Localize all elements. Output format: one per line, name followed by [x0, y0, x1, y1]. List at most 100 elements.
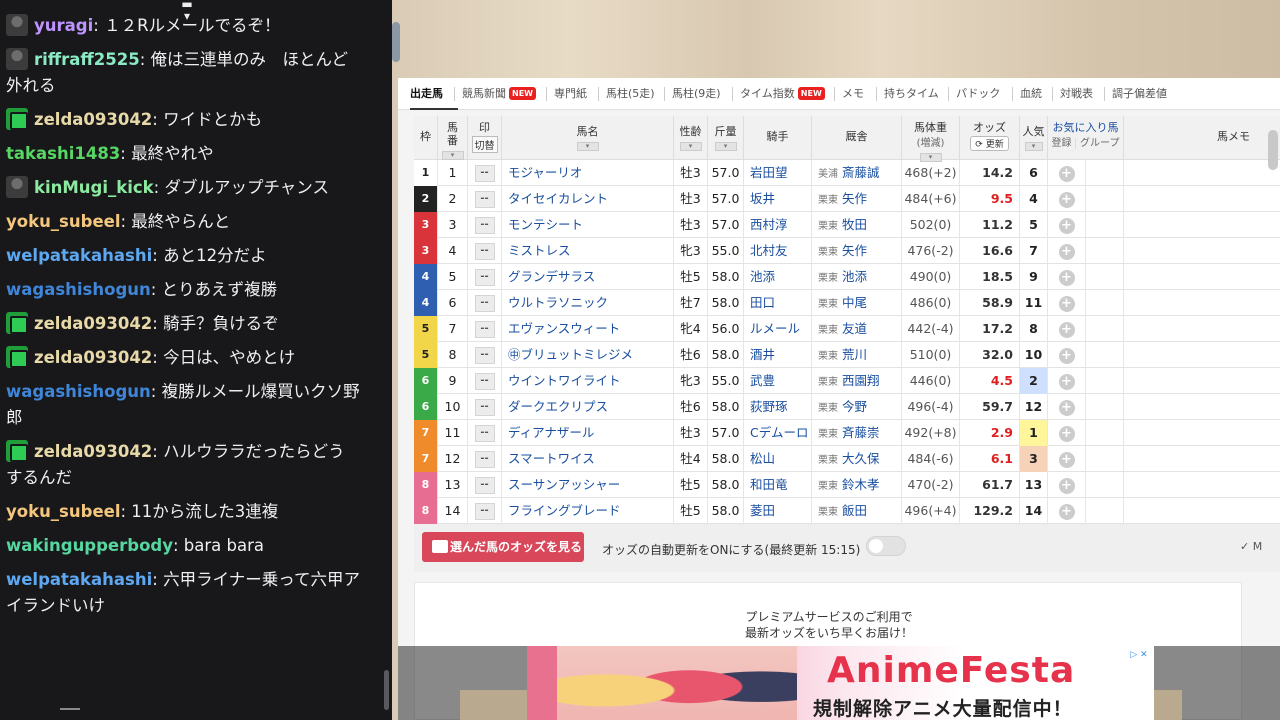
tab-6[interactable]: メモ: [842, 86, 864, 102]
mark-select[interactable]: --: [474, 503, 495, 520]
trainer-cell[interactable]: 栗東 鈴木孝: [812, 472, 902, 498]
sort-icon[interactable]: ▾: [576, 142, 599, 151]
horse-name-link[interactable]: タイセイカレント: [502, 186, 674, 212]
chat-scrollbar[interactable]: [384, 670, 389, 710]
page-scrollbar[interactable]: [1268, 130, 1278, 170]
tab-4[interactable]: 馬柱(9走): [672, 86, 721, 102]
header-name[interactable]: 馬名 ▾: [502, 116, 674, 160]
chat-username[interactable]: wagashishogun: [6, 280, 151, 299]
header-weight[interactable]: 馬体重 (増減) ▾: [902, 116, 960, 162]
tab-11[interactable]: 調子偏差値: [1112, 86, 1167, 102]
add-favorite-icon[interactable]: +: [1058, 451, 1075, 468]
trainer-cell[interactable]: 栗東 荒川: [812, 342, 902, 368]
chat-username[interactable]: welpatakahashi: [6, 246, 152, 265]
jockey-link[interactable]: 岩田望: [744, 160, 812, 186]
horse-name-link[interactable]: スーサンアッシャー: [502, 472, 674, 498]
chat-username[interactable]: zelda093042: [34, 442, 152, 461]
check-icon[interactable]: ✓ M: [1240, 540, 1262, 553]
trainer-cell[interactable]: 美浦 斎藤誠: [812, 160, 902, 186]
trainer-cell[interactable]: 栗東 中尾: [812, 290, 902, 316]
trainer-cell[interactable]: 栗東 友道: [812, 316, 902, 342]
mark-select[interactable]: --: [474, 243, 495, 260]
chat-username[interactable]: yuragi: [34, 16, 93, 35]
chat-username[interactable]: zelda093042: [34, 348, 152, 367]
jockey-link[interactable]: 西村淳: [744, 212, 812, 238]
trainer-cell[interactable]: 栗東 今野: [812, 394, 902, 420]
horse-name-link[interactable]: モジャーリオ: [502, 160, 674, 186]
chat-username[interactable]: yoku_subeel: [6, 502, 120, 521]
add-favorite-icon[interactable]: +: [1058, 399, 1075, 416]
chat-username[interactable]: wagashishogun: [6, 382, 151, 401]
mark-select[interactable]: --: [474, 191, 495, 208]
horse-name-link[interactable]: ㊥ブリュットミレジメ: [502, 342, 674, 368]
mark-select[interactable]: --: [474, 425, 495, 442]
tab-1[interactable]: 競馬新聞 NEW: [462, 86, 536, 102]
chat-username[interactable]: riffraff2525: [34, 50, 140, 69]
header-sexage[interactable]: 性齢 ▾: [674, 116, 708, 160]
jockey-link[interactable]: 北村友: [744, 238, 812, 264]
add-favorite-icon[interactable]: +: [1058, 269, 1075, 286]
chat-username[interactable]: zelda093042: [34, 314, 152, 333]
horse-name-link[interactable]: ディアナザール: [502, 420, 674, 446]
jockey-link[interactable]: 武豊: [744, 368, 812, 394]
horse-name-link[interactable]: モンテシート: [502, 212, 674, 238]
mark-select[interactable]: --: [474, 451, 495, 468]
tab-2[interactable]: 専門紙: [554, 86, 587, 102]
add-favorite-icon[interactable]: +: [1058, 295, 1075, 312]
mark-select[interactable]: --: [474, 373, 495, 390]
add-favorite-icon[interactable]: +: [1058, 165, 1075, 182]
mark-select[interactable]: --: [474, 217, 495, 234]
mark-select[interactable]: --: [474, 347, 495, 364]
mark-select[interactable]: --: [474, 399, 495, 416]
horse-name-link[interactable]: ミストレス: [502, 238, 674, 264]
sort-icon[interactable]: ▾: [679, 142, 702, 151]
horse-name-link[interactable]: ダークエクリプス: [502, 394, 674, 420]
jockey-link[interactable]: 松山: [744, 446, 812, 472]
jockey-link[interactable]: Cデムーロ: [744, 420, 812, 446]
tab-9[interactable]: 血統: [1020, 86, 1042, 102]
mark-toggle-button[interactable]: 切替: [471, 136, 498, 153]
sort-icon[interactable]: ▾: [441, 151, 464, 160]
tab-3[interactable]: 馬柱(5走): [606, 86, 655, 102]
add-favorite-icon[interactable]: +: [1058, 347, 1075, 364]
tab-10[interactable]: 対戦表: [1060, 86, 1093, 102]
jockey-link[interactable]: 和田竜: [744, 472, 812, 498]
add-favorite-icon[interactable]: +: [1058, 477, 1075, 494]
mark-select[interactable]: --: [474, 477, 495, 494]
ad-close-icon[interactable]: ▷ ✕: [1128, 648, 1150, 662]
trainer-cell[interactable]: 栗東 斉藤崇: [812, 420, 902, 446]
trainer-cell[interactable]: 栗東 西園翔: [812, 368, 902, 394]
chat-username[interactable]: yoku_subeel: [6, 212, 120, 231]
sort-icon[interactable]: ▾: [1024, 142, 1043, 151]
horse-name-link[interactable]: ウイントワイライト: [502, 368, 674, 394]
trainer-cell[interactable]: 栗東 池添: [812, 264, 902, 290]
chat-username[interactable]: takashi1483: [6, 144, 120, 163]
mark-select[interactable]: --: [474, 269, 495, 286]
jockey-link[interactable]: 田口: [744, 290, 812, 316]
tab-8[interactable]: パドック: [956, 86, 1000, 102]
tab-5[interactable]: タイム指数 NEW: [740, 86, 825, 102]
jockey-link[interactable]: ルメール: [744, 316, 812, 342]
sort-icon[interactable]: ▾: [714, 142, 737, 151]
trainer-cell[interactable]: 栗東 牧田: [812, 212, 902, 238]
add-favorite-icon[interactable]: +: [1058, 425, 1075, 442]
tab-0[interactable]: 出走馬: [410, 86, 443, 102]
jockey-link[interactable]: 荻野琢: [744, 394, 812, 420]
header-umaban[interactable]: 馬番 ▾: [438, 116, 468, 160]
add-favorite-icon[interactable]: +: [1058, 217, 1075, 234]
chat-username[interactable]: zelda093042: [34, 110, 152, 129]
odds-update-button[interactable]: ⟳ 更新: [970, 136, 1009, 151]
horse-name-link[interactable]: グランデサラス: [502, 264, 674, 290]
mark-select[interactable]: --: [474, 295, 495, 312]
chat-username[interactable]: wakingupperbody: [6, 536, 173, 555]
horse-name-link[interactable]: エヴァンスウィート: [502, 316, 674, 342]
trainer-cell[interactable]: 栗東 矢作: [812, 186, 902, 212]
header-ninki[interactable]: 人気 ▾: [1020, 116, 1048, 160]
header-kinryo[interactable]: 斤量 ▾: [708, 116, 744, 160]
chat-username[interactable]: kinMugi_kick: [34, 178, 154, 197]
add-favorite-icon[interactable]: +: [1058, 373, 1075, 390]
tab-7[interactable]: 持ちタイム: [884, 86, 939, 102]
horse-name-link[interactable]: ウルトラソニック: [502, 290, 674, 316]
add-favorite-icon[interactable]: +: [1058, 191, 1075, 208]
jockey-link[interactable]: 菱田: [744, 498, 812, 524]
